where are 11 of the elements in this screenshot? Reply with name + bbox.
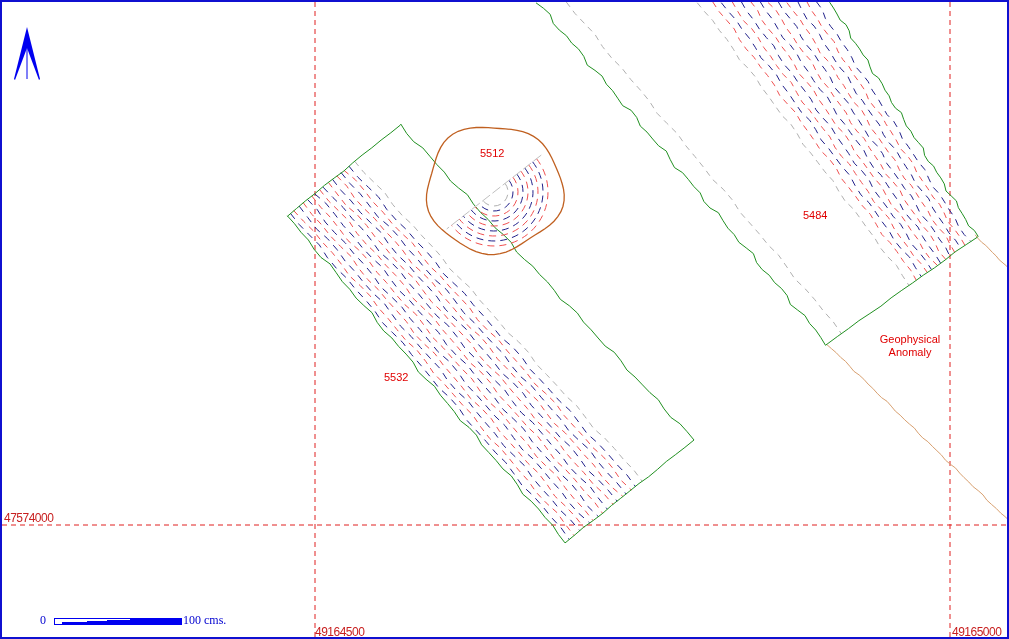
feature-label: 5532 (384, 371, 409, 384)
grid-label: 49164500 (315, 625, 365, 637)
grid-label: 47574000 (4, 511, 54, 525)
scale-bar-icon (54, 618, 182, 625)
north-arrow-icon (14, 27, 40, 80)
feature-label: 5484 (803, 209, 828, 222)
feature-label: 5512 (480, 147, 505, 160)
grid-label: 49165000 (952, 625, 1002, 637)
scale-label: 0 (40, 613, 46, 627)
scale-label: 100 cms. (183, 613, 227, 627)
annotation-label: Geophysical Anomaly (878, 333, 942, 359)
